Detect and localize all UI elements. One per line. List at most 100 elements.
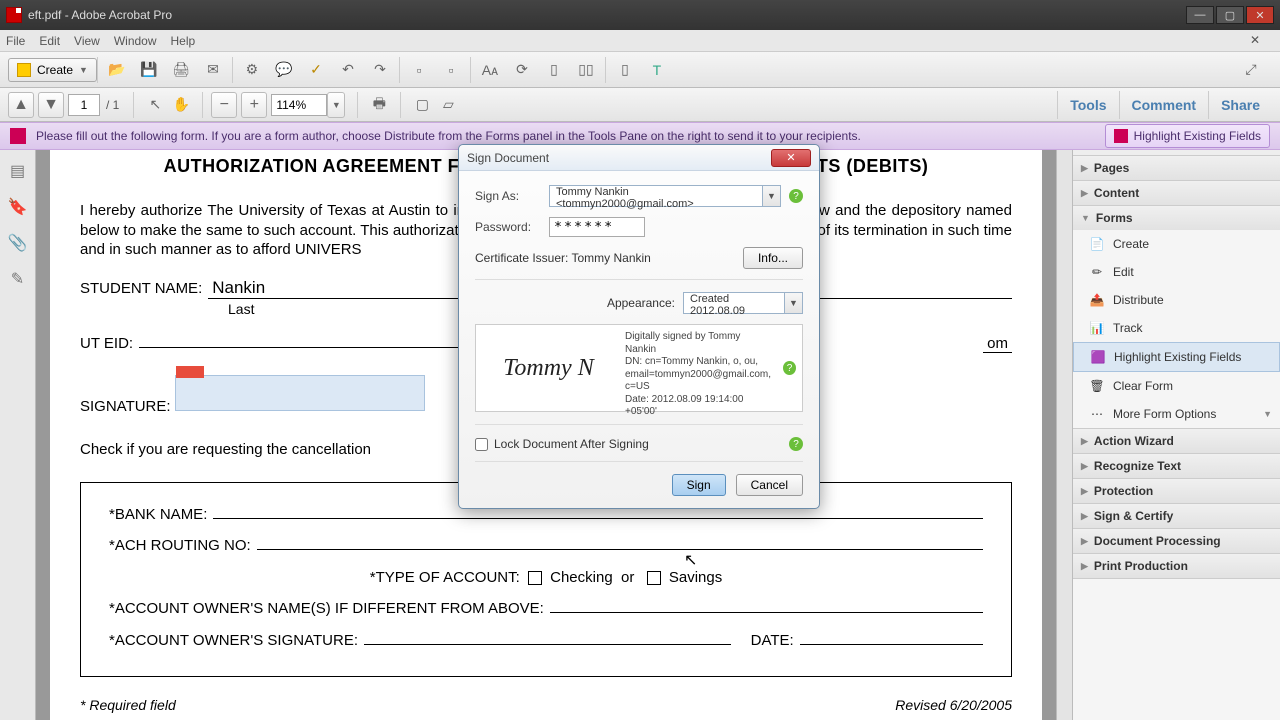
page-single-icon[interactable]: ▯: [541, 57, 567, 83]
lock-checkbox[interactable]: [475, 438, 488, 451]
print-icon[interactable]: 🖨: [168, 57, 194, 83]
bank-name-field[interactable]: [213, 518, 983, 519]
rotate-icon[interactable]: ⟳: [509, 57, 535, 83]
stamp-icon[interactable]: ✓: [303, 57, 329, 83]
share-link[interactable]: Share: [1208, 91, 1272, 119]
dialog-titlebar[interactable]: Sign Document ✕: [459, 145, 819, 171]
panel-action[interactable]: ▶Action Wizard: [1073, 429, 1280, 453]
zoom-dd-button[interactable]: ▼: [327, 92, 345, 118]
text-tool-icon[interactable]: T: [644, 57, 670, 83]
form-track-icon: 📊: [1089, 320, 1105, 336]
page-icon[interactable]: ▯: [612, 57, 638, 83]
panel-print[interactable]: ▶Print Production: [1073, 554, 1280, 578]
gear-icon[interactable]: ⚙: [239, 57, 265, 83]
owner-sig-field[interactable]: [364, 644, 731, 645]
tool-a-icon[interactable]: ▫: [406, 57, 432, 83]
text-size-icon[interactable]: Aᴀ: [477, 57, 503, 83]
page-double-icon[interactable]: ▯▯: [573, 57, 599, 83]
forms-distribute[interactable]: 📤Distribute: [1073, 286, 1280, 314]
zoom-out-button[interactable]: −: [211, 92, 237, 118]
signas-select[interactable]: Tommy Nankin <tommyn2000@gmail.com> ▼: [549, 185, 781, 207]
forms-clear[interactable]: 🗑Clear Form: [1073, 372, 1280, 400]
required-footnote: * Required field: [80, 697, 176, 713]
signature-field[interactable]: [175, 375, 425, 411]
tool-c-icon[interactable]: 🖶: [366, 92, 392, 118]
routing-field[interactable]: [257, 549, 983, 550]
help-icon[interactable]: ?: [789, 189, 803, 203]
expand-icon[interactable]: ⤢: [1238, 57, 1264, 83]
menu-view[interactable]: View: [74, 34, 100, 48]
close-button[interactable]: ✕: [1246, 6, 1274, 24]
account-type-label: *TYPE OF ACCOUNT:: [370, 569, 520, 586]
panel-protection[interactable]: ▶Protection: [1073, 479, 1280, 503]
checking-checkbox[interactable]: [528, 571, 542, 585]
menu-file[interactable]: File: [6, 34, 25, 48]
maximize-button[interactable]: ▢: [1216, 6, 1244, 24]
menu-edit[interactable]: Edit: [39, 34, 60, 48]
panel-sign[interactable]: ▶Sign & Certify: [1073, 504, 1280, 528]
help-icon[interactable]: ?: [783, 361, 796, 375]
page-number-input[interactable]: [68, 94, 100, 116]
comment-link[interactable]: Comment: [1119, 91, 1209, 119]
page-down-button[interactable]: ▼: [38, 92, 64, 118]
fit-width-icon[interactable]: ▱: [435, 92, 461, 118]
appearance-select[interactable]: Created 2012.08.09 ▼: [683, 292, 803, 314]
form-clear-icon: 🗑: [1089, 378, 1105, 394]
save-icon[interactable]: 💾: [136, 57, 162, 83]
undo-icon[interactable]: ↶: [335, 57, 361, 83]
forms-create[interactable]: 📄Create: [1073, 230, 1280, 258]
close-doc-icon[interactable]: ✕: [1250, 33, 1260, 47]
cancel-button[interactable]: Cancel: [736, 474, 803, 496]
create-button[interactable]: Create ▼: [8, 58, 97, 82]
page-up-button[interactable]: ▲: [8, 92, 34, 118]
left-nav-strip: ▤ 🔖 📎 ✎: [0, 150, 36, 720]
date-field[interactable]: [800, 644, 983, 645]
panel-content[interactable]: ▶Content: [1073, 181, 1280, 205]
menu-help[interactable]: Help: [171, 34, 196, 48]
hand-tool-icon[interactable]: ✋: [168, 92, 194, 118]
password-input[interactable]: [549, 217, 645, 237]
forms-highlight[interactable]: 🟪Highlight Existing Fields: [1073, 342, 1280, 372]
sign-button[interactable]: Sign: [672, 474, 726, 496]
forms-more[interactable]: ⋯More Form Options▼: [1073, 400, 1280, 428]
tool-b-icon[interactable]: ▫: [438, 57, 464, 83]
highlight-fields-button[interactable]: Highlight Existing Fields: [1105, 124, 1270, 148]
help-icon[interactable]: ?: [789, 437, 803, 451]
redo-icon[interactable]: ↷: [367, 57, 393, 83]
zoom-in-button[interactable]: +: [241, 92, 267, 118]
bookmarks-tab-icon[interactable]: 🔖: [7, 196, 29, 218]
signatures-tab-icon[interactable]: ✎: [7, 268, 29, 290]
thumbnails-tab-icon[interactable]: ▤: [7, 160, 29, 182]
fit-page-icon[interactable]: ▢: [409, 92, 435, 118]
form-create-icon: 📄: [1089, 236, 1105, 252]
appearance-label: Appearance:: [607, 296, 675, 310]
highlight-icon: [1114, 129, 1128, 143]
forms-track[interactable]: 📊Track: [1073, 314, 1280, 342]
scrollbar[interactable]: [1056, 150, 1072, 720]
dialog-close-button[interactable]: ✕: [771, 149, 811, 167]
zoom-input[interactable]: [271, 94, 327, 116]
owner-name-field[interactable]: [550, 612, 983, 613]
signas-value: Tommy Nankin <tommyn2000@gmail.com>: [556, 186, 694, 210]
panel-recognize[interactable]: ▶Recognize Text: [1073, 454, 1280, 478]
or-label: or: [621, 569, 634, 586]
date-label: DATE:: [751, 625, 794, 657]
comment-icon[interactable]: 💬: [271, 57, 297, 83]
mail-icon[interactable]: ✉: [200, 57, 226, 83]
select-tool-icon[interactable]: ↖: [142, 92, 168, 118]
menu-window[interactable]: Window: [114, 34, 157, 48]
forms-edit[interactable]: ✏Edit: [1073, 258, 1280, 286]
attachments-tab-icon[interactable]: 📎: [7, 232, 29, 254]
savings-label: Savings: [669, 569, 722, 586]
form-distribute-icon: 📤: [1089, 292, 1105, 308]
savings-checkbox[interactable]: [647, 571, 661, 585]
tools-panel: ▶Pages ▶Content ▼Forms 📄Create ✏Edit 📤Di…: [1072, 150, 1280, 720]
tools-link[interactable]: Tools: [1057, 91, 1118, 119]
open-icon[interactable]: 📂: [104, 57, 130, 83]
sign-document-dialog: Sign Document ✕ Sign As: Tommy Nankin <t…: [458, 144, 820, 509]
panel-forms[interactable]: ▼Forms: [1073, 206, 1280, 230]
minimize-button[interactable]: —: [1186, 6, 1214, 24]
panel-pages[interactable]: ▶Pages: [1073, 156, 1280, 180]
info-button[interactable]: Info...: [743, 247, 803, 269]
panel-docproc[interactable]: ▶Document Processing: [1073, 529, 1280, 553]
